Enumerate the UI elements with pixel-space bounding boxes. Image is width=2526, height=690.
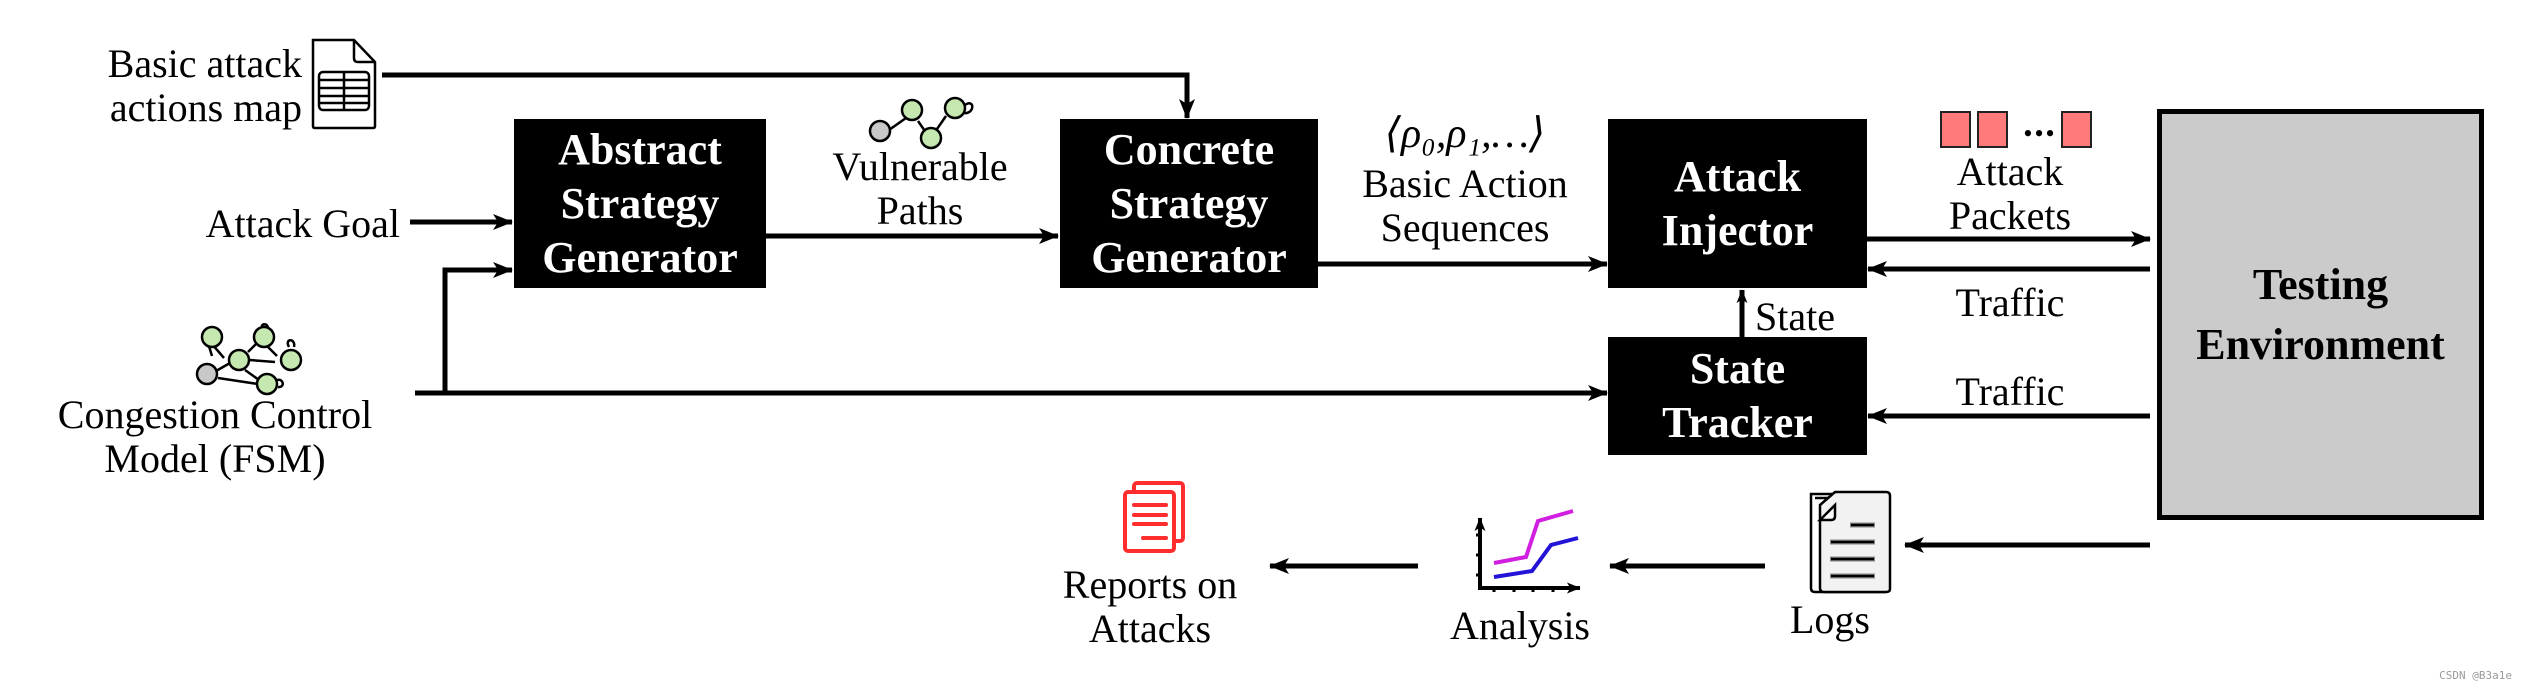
reports-on-attacks-label: Reports on Attacks: [1062, 562, 1238, 651]
abstract-strategy-generator-block: Abstract Strategy Generator: [514, 119, 766, 288]
basic-action-sequences-label: Basic Action Sequences: [1362, 161, 1568, 250]
analysis-chart-icon: [1474, 509, 1581, 594]
fsm-graph-icon: [195, 323, 303, 396]
concrete-strategy-generator-block: Concrete Strategy Generator: [1060, 119, 1318, 288]
attack-packets-label: Attack Packets: [1948, 149, 2072, 238]
packet: [1977, 111, 2008, 148]
packet: [1940, 111, 1971, 148]
traffic-to-injector-label: Traffic: [1955, 280, 2065, 325]
architecture-diagram: Basic attack actions map Attack Goal Con…: [0, 0, 2526, 690]
attack-injector-block: Attack Injector: [1608, 119, 1867, 288]
spreadsheet-icon: [311, 38, 377, 130]
analysis-label: Analysis: [1450, 603, 1590, 648]
vulnerable-paths-label: Vulnerable Paths: [832, 144, 1008, 233]
state-tracker-block: State Tracker: [1608, 337, 1867, 455]
arrow-fsm-to-abstract: [415, 262, 513, 396]
vulnerable-path-icon: [868, 96, 974, 150]
report-document-icon: [1123, 481, 1185, 553]
traffic-to-tracker-label: Traffic: [1955, 369, 2065, 414]
attack-goal-label: Attack Goal: [205, 201, 400, 246]
basic-attack-actions-map-label: Basic attack actions map: [107, 41, 302, 130]
logs-document-icon: [1809, 490, 1892, 594]
testing-environment-block: Testing Environment: [2157, 109, 2484, 520]
action-sequence-formula: ⟨ρ₀,ρ₁,…⟩: [1384, 111, 1546, 157]
logs-label: Logs: [1790, 597, 1870, 642]
chart-line-magenta: [1493, 509, 1574, 565]
chart-line-blue: [1493, 536, 1579, 579]
watermark: CSDN @B3a1e: [2439, 669, 2512, 682]
arrow-map-to-concrete: [382, 72, 1195, 119]
state-label: State: [1755, 294, 1835, 339]
congestion-control-model-label: Congestion Control Model (FSM): [57, 392, 373, 481]
